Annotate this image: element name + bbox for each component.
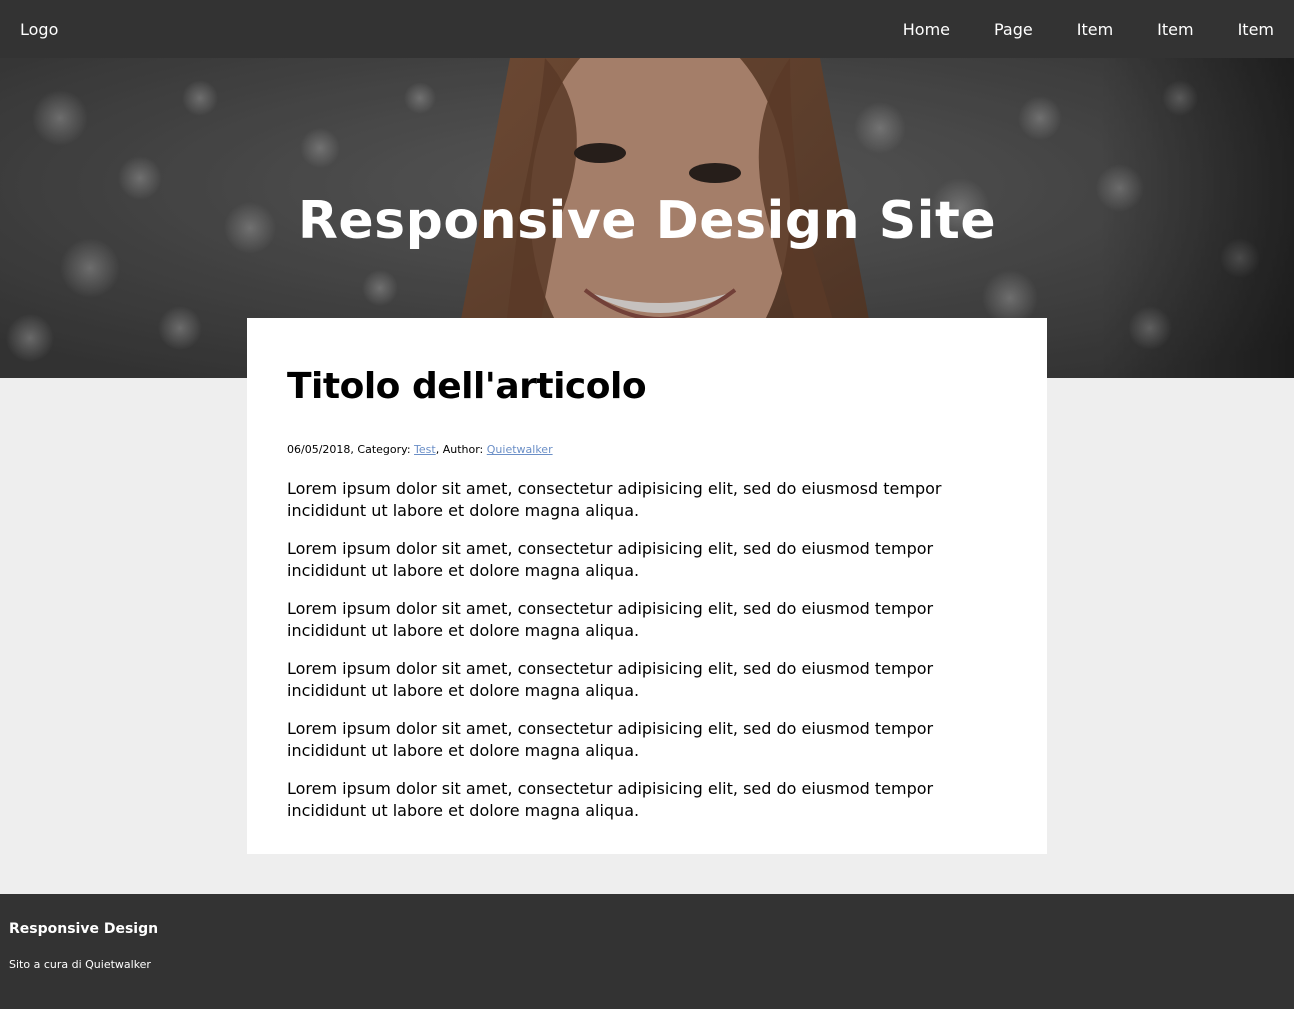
article-card: Titolo dell'articolo 06/05/2018, Categor… bbox=[247, 318, 1047, 854]
article-date-category-label: 06/05/2018, Category: bbox=[287, 443, 415, 456]
nav-item-item-3[interactable]: Item bbox=[1238, 19, 1274, 41]
category-link[interactable]: Test bbox=[414, 443, 436, 456]
nav-item-item-1[interactable]: Item bbox=[1077, 19, 1113, 41]
article-paragraph: Lorem ipsum dolor sit amet, consectetur … bbox=[287, 779, 934, 820]
article-paragraph: Lorem ipsum dolor sit amet, consectetur … bbox=[287, 659, 934, 700]
article-author-label: , Author: bbox=[435, 443, 487, 456]
nav-item-page[interactable]: Page bbox=[994, 19, 1033, 41]
main-nav: Home Page Item Item Item bbox=[859, 19, 1274, 41]
article-paragraph: Lorem ipsum dolor sit amet, consectetur … bbox=[287, 539, 934, 580]
site-footer: Responsive Design Sito a cura di Quietwa… bbox=[0, 894, 1294, 1009]
nav-item-home[interactable]: Home bbox=[903, 19, 950, 41]
hero-title: Responsive Design Site bbox=[297, 191, 997, 251]
article-title: Titolo dell'articolo bbox=[287, 366, 647, 407]
article-paragraph: Lorem ipsum dolor sit amet, consectetur … bbox=[287, 479, 942, 520]
article-paragraph: Lorem ipsum dolor sit amet, consectetur … bbox=[287, 599, 934, 640]
logo-link[interactable]: Logo bbox=[20, 19, 58, 41]
footer-title: Responsive Design bbox=[9, 921, 159, 937]
article-meta: 06/05/2018, Category: Test, Author: Quie… bbox=[287, 442, 1007, 458]
author-link[interactable]: Quietwalker bbox=[487, 443, 553, 456]
article-paragraph: Lorem ipsum dolor sit amet, consectetur … bbox=[287, 719, 934, 760]
nav-item-item-2[interactable]: Item bbox=[1157, 19, 1193, 41]
footer-credit: Sito a cura di Quietwalker bbox=[9, 958, 151, 971]
top-navbar: Logo Home Page Item Item Item bbox=[0, 0, 1294, 58]
